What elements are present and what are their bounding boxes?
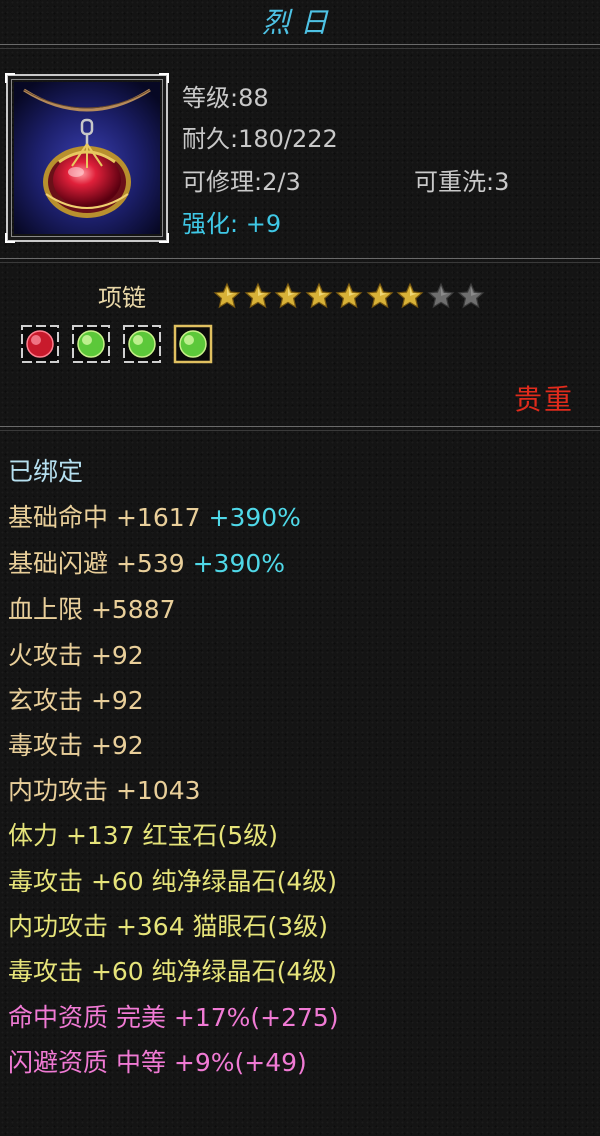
item-enhance-level: 强化: +9: [182, 210, 282, 238]
stat-hp-max: 血上限 +5887: [8, 595, 176, 624]
aptitude-dodge: 闪避资质 中等 +9%(+49): [8, 1048, 307, 1077]
item-name: 烈日: [261, 6, 338, 39]
star-filled-icon: [244, 282, 271, 309]
star-filled-icon: [305, 282, 332, 309]
item-rewash-count: 可重洗:3: [414, 168, 510, 196]
stat-label: 基础闪避: [8, 549, 109, 578]
stat-internal-attack: 内功攻击 +1043: [8, 776, 201, 805]
frame-corner: [5, 233, 15, 243]
stat-label: 基础命中: [8, 503, 109, 532]
stat-percent: +390%: [192, 549, 286, 578]
green-gem-icon[interactable]: [122, 324, 162, 364]
item-slot-type: 项链: [98, 284, 146, 312]
gem-stat-ruby: 体力 +137 红宝石(5级): [8, 821, 278, 850]
stat-percent: +390%: [208, 503, 301, 532]
divider-stats: [0, 426, 600, 431]
frame-corner: [159, 233, 169, 243]
item-rarity: 贵重: [513, 383, 574, 416]
gem-stat-cat-eye: 内功攻击 +364 猫眼石(3级): [8, 912, 328, 941]
stat-value: +1617: [115, 503, 201, 532]
stat-value: +539: [115, 549, 185, 578]
star-filled-icon: [366, 282, 393, 309]
red-gem-necklace-icon: [14, 82, 160, 234]
star-empty-icon: [427, 282, 454, 309]
stat-base-dodge: 基础闪避 +539 +390%: [8, 548, 285, 580]
stat-fire-attack: 火攻击 +92: [8, 641, 144, 670]
star-filled-icon: [396, 282, 424, 309]
green-gem-icon[interactable]: [173, 324, 213, 364]
stat-poison-attack: 毒攻击 +92: [8, 731, 144, 760]
red-gem-icon[interactable]: [20, 324, 60, 364]
item-level: 等级:88: [182, 84, 269, 112]
gem-stat-green-crystal: 毒攻击 +60 纯净绿晶石(4级): [8, 957, 338, 986]
stat-base-hit: 基础命中 +1617 +390%: [8, 502, 301, 534]
aptitude-hit: 命中资质 完美 +17%(+275): [8, 1003, 339, 1032]
bound-status: 已绑定: [8, 457, 84, 486]
star-filled-icon: [274, 282, 302, 309]
star-filled-icon: [213, 282, 241, 309]
item-durability: 耐久:180/222: [182, 125, 338, 153]
item-repairable: 可修理:2/3: [182, 168, 301, 196]
star-empty-icon: [457, 282, 485, 309]
divider-middle: [0, 258, 600, 263]
item-icon-frame[interactable]: [5, 73, 169, 243]
frame-corner: [159, 73, 169, 83]
gem-stat-green-crystal: 毒攻击 +60 纯净绿晶石(4级): [8, 867, 338, 896]
star-filled-icon: [335, 282, 363, 309]
green-gem-icon[interactable]: [71, 324, 111, 364]
divider-top: [0, 44, 600, 49]
stat-xuan-attack: 玄攻击 +92: [8, 686, 144, 715]
